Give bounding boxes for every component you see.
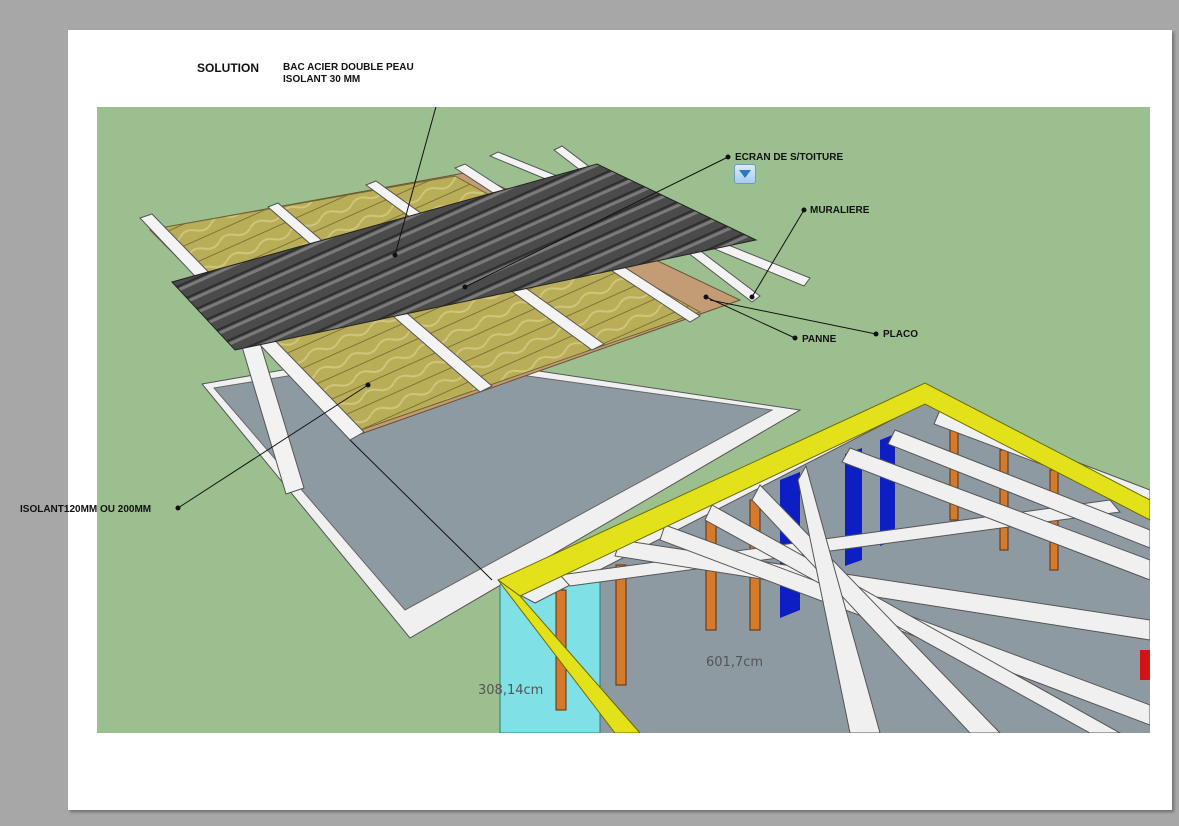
isolant-label: ISOLANT120MM OU 200MM [20,504,152,515]
bac-acier-label: BAC ACIER DOUBLE PEAU [283,62,414,73]
sketchup-scene [97,107,1150,733]
dropdown-arrow-icon[interactable] [734,164,756,184]
dimension-601: 601,7cm [706,655,764,670]
solution-title: SOLUTION [197,61,259,75]
muraliere-label: MURALIERE [810,205,870,216]
ecran-label: ECRAN DE S/TOITURE [735,152,844,163]
isolant-30-label: ISOLANT 30 MM [283,74,361,85]
dimension-308: 308,14cm [478,683,544,698]
placo-label: PLACO [883,329,918,340]
panne-label: PANNE [802,334,837,345]
